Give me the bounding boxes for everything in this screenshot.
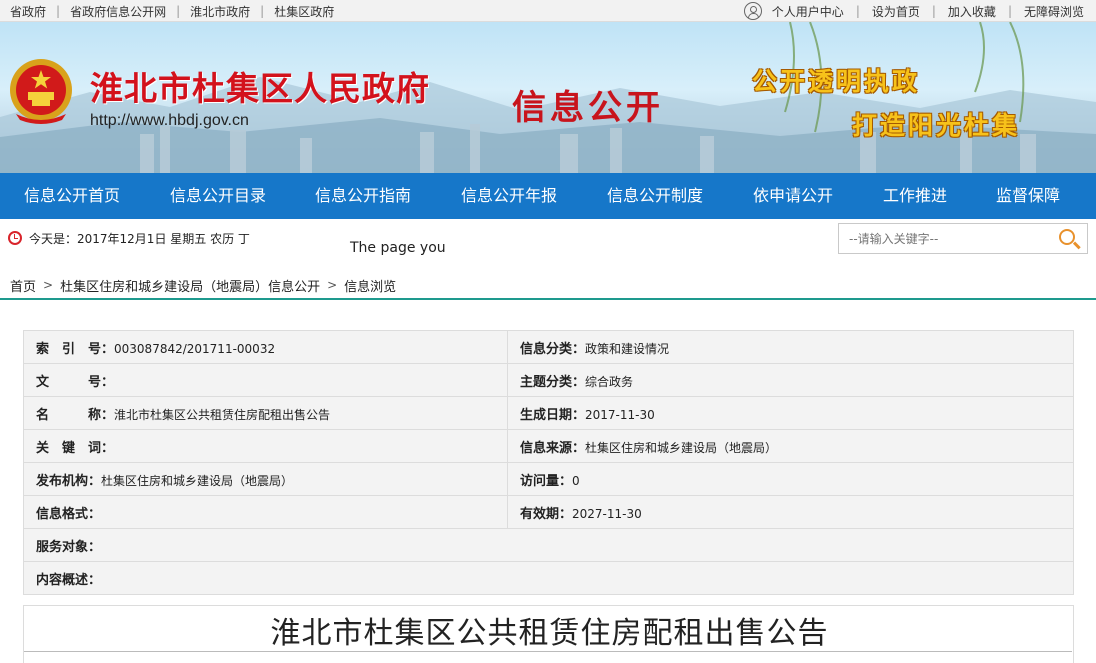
table-row: 发布机构：杜集区住房和城乡建设局（地震局） 访问量：0	[23, 462, 1074, 496]
header-banner: 淮北市杜集区人民政府 http://www.hbdj.gov.cn 信息公开 公…	[0, 22, 1096, 173]
source-label: 信息来源：	[520, 440, 586, 456]
name-value: 淮北市杜集区公共租赁住房配租出售公告	[114, 407, 331, 422]
article-title-underline	[24, 651, 1072, 652]
generated-date-value: 2017-11-30	[585, 407, 655, 422]
docno-label: 文 号：	[36, 374, 115, 390]
website-url: http://www.hbdj.gov.cn	[90, 112, 249, 129]
nav-annual-report[interactable]: 信息公开年报	[461, 173, 557, 219]
nav-supervision[interactable]: 监督保障	[996, 173, 1060, 219]
table-row: 内容概述：	[23, 561, 1074, 595]
visits-label: 访问量：	[520, 473, 573, 489]
meta-cell: 服务对象：	[23, 528, 1074, 562]
meta-cell: 关 键 词：	[23, 429, 508, 463]
breadcrumb-current[interactable]: 信息浏览	[344, 276, 396, 295]
search-input[interactable]	[838, 223, 1050, 254]
divider: |	[260, 4, 265, 18]
meta-cell: 有效期：2027-11-30	[507, 495, 1074, 529]
name-label: 名 称：	[36, 407, 115, 423]
index-value: 003087842/201711-00032	[114, 341, 276, 356]
national-emblem-icon	[10, 59, 72, 124]
info-open-title: 信息公开	[512, 88, 664, 128]
nav-info-system[interactable]: 信息公开制度	[607, 173, 703, 219]
validity-label: 有效期：	[520, 506, 573, 522]
table-row: 索 引 号：003087842/201711-00032 信息分类：政策和建设情…	[23, 330, 1074, 364]
breadcrumb-home[interactable]: 首页	[10, 276, 36, 295]
toplink-huaibei-gov[interactable]: 淮北市政府	[190, 3, 250, 20]
top-utility-bar: 省政府 | 省政府信息公开网 | 淮北市政府 | 杜集区政府 个人用户中心 | …	[0, 0, 1096, 22]
source-value: 杜集区住房和城乡建设局（地震局）	[585, 440, 778, 455]
divider: |	[931, 4, 936, 18]
article-panel: 淮北市杜集区公共租赁住房配租出售公告	[23, 605, 1074, 663]
divider: |	[176, 4, 181, 18]
main-nav: 信息公开首页 信息公开目录 信息公开指南 信息公开年报 信息公开制度 依申请公开…	[0, 173, 1096, 219]
government-title: 淮北市杜集区人民政府	[90, 69, 430, 108]
nav-apply-disclosure[interactable]: 依申请公开	[753, 173, 833, 219]
divider: |	[855, 4, 860, 18]
publisher-value: 杜集区住房和城乡建设局（地震局）	[101, 473, 294, 488]
meta-cell: 信息来源：杜集区住房和城乡建设局（地震局）	[507, 429, 1074, 463]
table-row: 名 称：淮北市杜集区公共租赁住房配租出售公告 生成日期：2017-11-30	[23, 396, 1074, 430]
table-row: 信息格式： 有效期：2027-11-30	[23, 495, 1074, 529]
keywords-label: 关 键 词：	[36, 440, 115, 456]
category-label: 信息分类：	[520, 341, 586, 357]
user-icon[interactable]	[743, 2, 762, 20]
publisher-label: 发布机构：	[36, 473, 102, 489]
index-label: 索 引 号：	[36, 341, 115, 357]
category-value: 政策和建设情况	[585, 341, 670, 356]
meta-cell: 主题分类：综合政务	[507, 363, 1074, 397]
topic-label: 主题分类：	[520, 374, 586, 390]
nav-info-home[interactable]: 信息公开首页	[24, 173, 120, 219]
meta-cell: 信息分类：政策和建设情况	[507, 330, 1074, 364]
meta-cell: 生成日期：2017-11-30	[507, 396, 1074, 430]
info-metadata-table: 索 引 号：003087842/201711-00032 信息分类：政策和建设情…	[23, 330, 1074, 595]
breadcrumb-divider	[0, 298, 1096, 300]
chevron-right-icon: >	[43, 278, 54, 292]
meta-cell: 名 称：淮北市杜集区公共租赁住房配租出售公告	[23, 396, 508, 430]
topic-value: 综合政务	[585, 374, 634, 389]
search-icon-handle	[1073, 241, 1081, 249]
toplink-province-info[interactable]: 省政府信息公开网	[70, 3, 166, 20]
chevron-right-icon: >	[327, 278, 338, 292]
table-row: 服务对象：	[23, 528, 1074, 562]
nav-info-guide[interactable]: 信息公开指南	[315, 173, 411, 219]
table-row: 关 键 词： 信息来源：杜集区住房和城乡建设局（地震局）	[23, 429, 1074, 463]
add-favorite-link[interactable]: 加入收藏	[948, 3, 996, 20]
clock-icon	[8, 231, 22, 245]
meta-cell: 索 引 号：003087842/201711-00032	[23, 330, 508, 364]
meta-cell: 内容概述：	[23, 561, 1074, 595]
format-label: 信息格式：	[36, 506, 102, 522]
audience-label: 服务对象：	[36, 539, 102, 555]
article-title: 淮北市杜集区公共租赁住房配租出售公告	[270, 616, 829, 651]
top-right-links: 个人用户中心 | 设为首页 | 加入收藏 | 无障碍浏览	[743, 0, 1084, 22]
validity-value: 2027-11-30	[572, 506, 642, 521]
divider: |	[56, 4, 61, 18]
top-links: 省政府 | 省政府信息公开网 | 淮北市政府 | 杜集区政府	[10, 0, 334, 22]
user-center-link[interactable]: 个人用户中心	[772, 3, 844, 20]
table-row: 文 号： 主题分类：综合政务	[23, 363, 1074, 397]
today-date: 今天是：2017年12月1日 星期五 农历 丁	[29, 231, 250, 246]
generated-date-label: 生成日期：	[520, 407, 586, 423]
slogan-line-2: 打造阳光杜集	[852, 111, 1021, 140]
scrolling-notice: The page you	[350, 240, 446, 256]
visits-value: 0	[572, 473, 580, 488]
breadcrumb-department[interactable]: 杜集区住房和城乡建设局（地震局）信息公开	[60, 276, 320, 295]
meta-cell: 文 号：	[23, 363, 508, 397]
toplink-province-gov[interactable]: 省政府	[10, 3, 46, 20]
toplink-duji-gov[interactable]: 杜集区政府	[274, 3, 334, 20]
summary-label: 内容概述：	[36, 572, 102, 588]
accessibility-link[interactable]: 无障碍浏览	[1024, 3, 1084, 20]
nav-work-progress[interactable]: 工作推进	[883, 173, 947, 219]
nav-info-catalog[interactable]: 信息公开目录	[170, 173, 266, 219]
slogan-line-1: 公开透明执政	[752, 67, 921, 96]
meta-cell: 信息格式：	[23, 495, 508, 529]
breadcrumb: 首页 > 杜集区住房和城乡建设局（地震局）信息公开 > 信息浏览	[10, 276, 396, 295]
meta-cell: 发布机构：杜集区住房和城乡建设局（地震局）	[23, 462, 508, 496]
search-button[interactable]	[1049, 223, 1088, 254]
divider: |	[1007, 4, 1012, 18]
meta-cell: 访问量：0	[507, 462, 1074, 496]
set-homepage-link[interactable]: 设为首页	[872, 3, 920, 20]
date-bar: 今天是：2017年12月1日 星期五 农历 丁	[8, 228, 250, 248]
